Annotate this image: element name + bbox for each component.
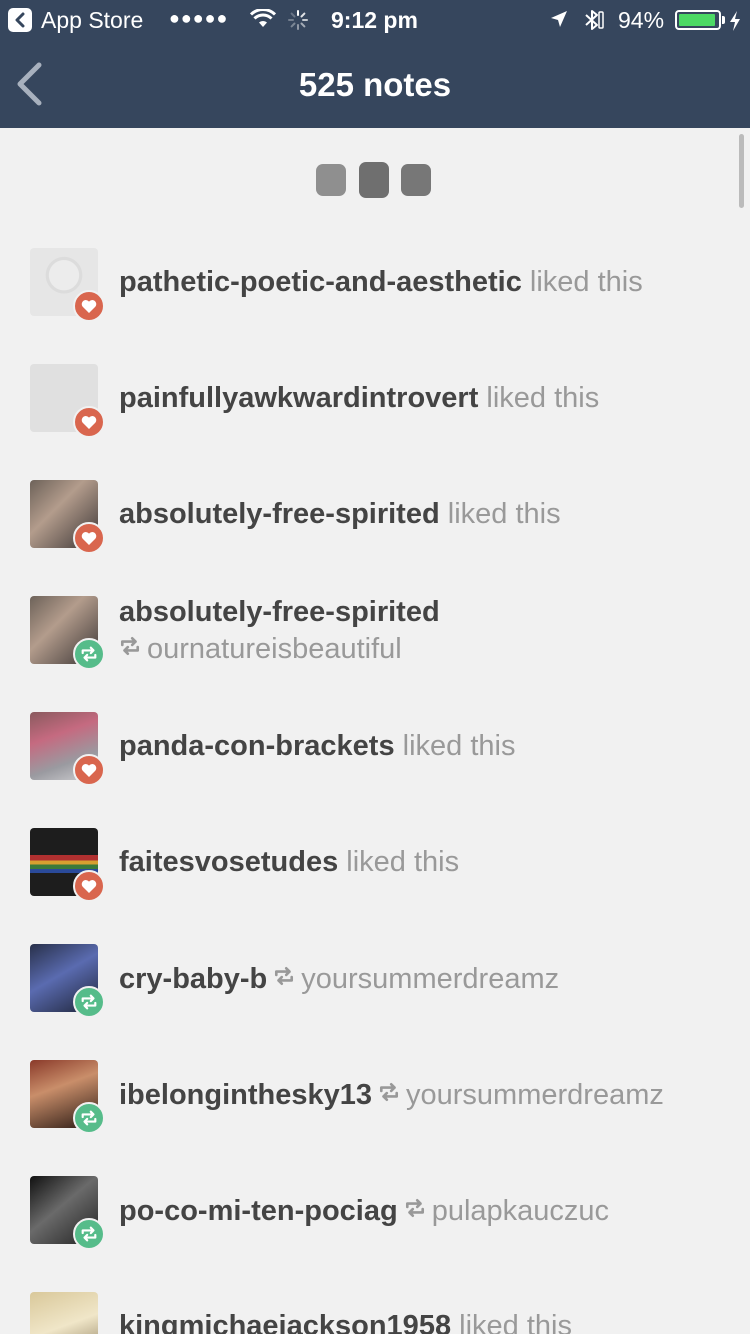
note-text: faitesvosetudes liked this <box>119 846 459 879</box>
note-text: absolutely-free-spirited <box>119 596 440 629</box>
loading-dot <box>359 162 389 198</box>
reblog-source-link[interactable]: yoursummerdreamz <box>301 963 559 995</box>
charging-bolt-icon <box>730 11 740 31</box>
note-text: painfullyawkwardintrovert liked this <box>119 382 599 415</box>
reblog-source-link[interactable]: ournatureisbeautiful <box>147 633 402 665</box>
reblog-source-line: ournatureisbeautiful <box>119 632 402 669</box>
back-to-app-icon[interactable] <box>8 8 32 32</box>
note-action: liked this <box>338 846 460 878</box>
reblog-icon <box>73 986 105 1018</box>
username-link[interactable]: absolutely-free-spirited <box>119 596 440 628</box>
note-text: absolutely-free-spirited liked this <box>119 498 561 531</box>
reblog-icon <box>73 638 105 670</box>
note-action: liked this <box>521 266 643 298</box>
wifi-icon <box>250 9 276 27</box>
signal-strength: ●●●●● <box>169 8 229 28</box>
reblog-source-link[interactable]: yoursummerdreamz <box>406 1079 664 1111</box>
heart-icon <box>73 290 105 322</box>
nav-bar: 525 notes <box>0 40 750 128</box>
username-link[interactable]: cry-baby-b <box>119 963 267 995</box>
username-link[interactable]: faitesvosetudes <box>119 846 338 878</box>
reblog-icon <box>73 1218 105 1250</box>
note-text: pathetic-poetic-and-aesthetic liked this <box>119 266 643 299</box>
note-text: ibelonginthesky13 yoursummerdreamz <box>119 1078 664 1115</box>
username-link[interactable]: panda-con-brackets <box>119 730 395 762</box>
reblog-icon <box>378 1078 400 1111</box>
username-link[interactable]: po-co-mi-ten-pociag <box>119 1195 398 1227</box>
reblog-icon <box>404 1194 426 1227</box>
avatar[interactable] <box>30 1292 98 1334</box>
loading-dot <box>401 164 431 196</box>
scrollbar[interactable] <box>739 134 744 208</box>
activity-spinner-icon <box>288 10 308 30</box>
loading-dot <box>316 164 346 196</box>
battery-icon <box>675 10 721 30</box>
note-action: liked this <box>478 382 600 414</box>
clock: 9:12 pm <box>331 7 418 33</box>
reblog-icon <box>273 962 295 995</box>
username-link[interactable]: absolutely-free-spirited <box>119 498 440 530</box>
username-link[interactable]: kingmichaejackson1958 <box>119 1310 451 1334</box>
note-action: liked this <box>439 498 561 530</box>
back-app-label[interactable]: App Store <box>41 7 143 34</box>
heart-icon <box>73 522 105 554</box>
heart-icon <box>73 406 105 438</box>
note-text: po-co-mi-ten-pociag pulapkauczuc <box>119 1194 609 1231</box>
battery-percentage: 94% <box>618 7 665 33</box>
bluetooth-icon <box>585 10 604 30</box>
heart-icon <box>73 754 105 786</box>
username-link[interactable]: pathetic-poetic-and-aesthetic <box>119 266 522 298</box>
note-text: kingmichaejackson1958 liked this <box>119 1310 572 1334</box>
page-title: 525 notes <box>298 66 452 103</box>
status-bar: App Store ●●●●● 9:12 pm 94% <box>0 0 750 40</box>
note-text: panda-con-brackets liked this <box>119 730 515 763</box>
battery-fill <box>679 14 715 26</box>
heart-icon <box>73 870 105 902</box>
reblog-source-link[interactable]: pulapkauczuc <box>432 1195 609 1227</box>
battery-tip <box>722 16 725 24</box>
note-action: liked this <box>451 1310 572 1334</box>
location-arrow-icon <box>551 11 567 27</box>
note-text: cry-baby-b yoursummerdreamz <box>119 962 559 999</box>
note-action: liked this <box>394 730 516 762</box>
reblog-icon <box>119 632 141 665</box>
username-link[interactable]: ibelonginthesky13 <box>119 1079 372 1111</box>
username-link[interactable]: painfullyawkwardintrovert <box>119 382 478 414</box>
reblog-icon <box>73 1102 105 1134</box>
